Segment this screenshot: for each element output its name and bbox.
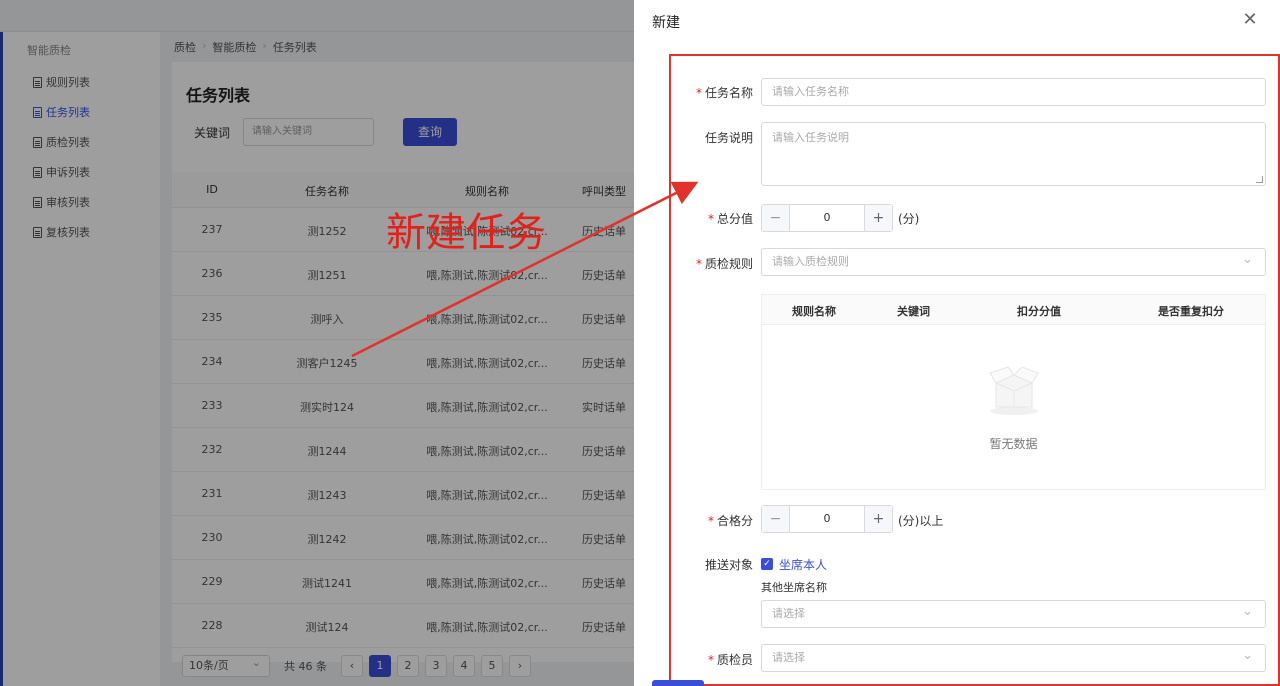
increment-button[interactable]: +	[864, 205, 892, 231]
rule-column-name: 规则名称	[792, 305, 836, 318]
empty-text: 暂无数据	[989, 437, 1038, 451]
close-icon[interactable]: ✕	[1240, 10, 1260, 30]
required-mark: *	[707, 212, 714, 226]
rule-table: 规则名称 关键词 扣分分值 是否重复扣分 暂无数据	[761, 294, 1266, 490]
qc-rule-label-text: 质检规则	[704, 257, 753, 271]
required-mark: *	[707, 653, 714, 667]
modal-overlay[interactable]	[0, 0, 640, 686]
pass-score-unit: (分)以上	[898, 514, 944, 528]
required-mark: *	[695, 257, 702, 271]
annotation-label: 新建任务	[386, 210, 546, 256]
push-target-label: 推送对象	[704, 558, 753, 572]
qc-rule-label: * 质检规则	[671, 255, 753, 272]
inspector-select[interactable]: 请选择	[761, 643, 1266, 672]
pass-score-value[interactable]: 0	[790, 506, 864, 532]
required-mark: *	[707, 514, 714, 528]
pass-score-label: * 合格分	[671, 512, 753, 529]
total-score-label: * 总分值	[671, 210, 753, 227]
self-agent-checkbox[interactable]: ✓	[761, 558, 773, 570]
empty-box-icon	[989, 366, 1039, 415]
task-form: * 任务名称 请输入任务名称 任务说明 请输入任务说明 * 总分值 − 0 + (分…	[671, 56, 1278, 684]
rule-column-repeat: 是否重复扣分	[1158, 305, 1224, 318]
pass-score-label-text: 合格分	[716, 514, 753, 528]
inspector-label-text: 质检员	[716, 653, 753, 667]
qc-rule-select[interactable]: 请输入质检规则	[761, 247, 1266, 276]
drawer-title: 新建	[652, 15, 680, 31]
pass-score-stepper: − 0 +	[761, 505, 893, 533]
submit-button[interactable]	[652, 680, 704, 686]
decrement-button[interactable]: −	[762, 506, 790, 532]
required-mark: *	[695, 86, 702, 100]
task-name-label-text: 任务名称	[704, 86, 753, 100]
other-agents-label: 其他坐席名称	[761, 581, 827, 594]
rule-table-header: 规则名称 关键词 扣分分值 是否重复扣分	[762, 295, 1265, 325]
other-agents-select[interactable]: 请选择	[761, 599, 1266, 628]
total-score-label-text: 总分值	[716, 212, 753, 226]
rule-column-deduct: 扣分分值	[1017, 305, 1061, 318]
total-score-stepper: − 0 +	[761, 204, 893, 232]
inspector-label: * 质检员	[671, 651, 753, 668]
decrement-button[interactable]: −	[762, 205, 790, 231]
task-desc-textarea[interactable]: 请输入任务说明	[761, 122, 1266, 186]
self-agent-checkbox-label[interactable]: 坐席本人	[779, 556, 827, 573]
annotation-highlight-frame: * 任务名称 请输入任务名称 任务说明 请输入任务说明 * 总分值 − 0 + (分…	[669, 54, 1280, 686]
increment-button[interactable]: +	[864, 506, 892, 532]
task-name-label: * 任务名称	[671, 84, 753, 101]
task-desc-label: 任务说明	[704, 131, 753, 145]
task-name-input[interactable]: 请输入任务名称	[761, 78, 1266, 106]
total-score-value[interactable]: 0	[790, 205, 864, 231]
new-task-drawer: 新建 ✕ * 任务名称 请输入任务名称 任务说明 请输入任务说明 * 总分值 − 0…	[634, 0, 1280, 686]
total-score-unit: (分)	[898, 212, 920, 226]
rule-column-keyword: 关键词	[897, 305, 930, 318]
